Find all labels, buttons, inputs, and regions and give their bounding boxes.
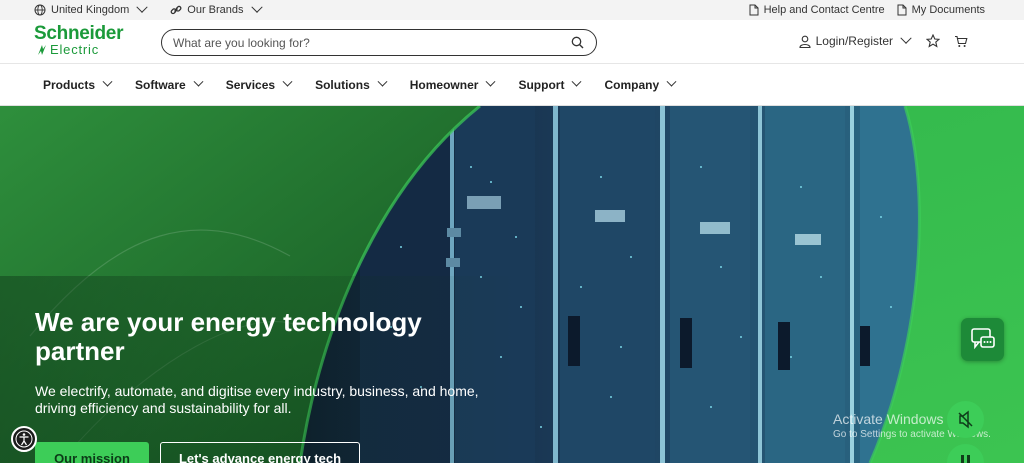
chevron-down-icon: [250, 1, 263, 13]
hero-title: We are your energy technology partner: [35, 307, 422, 366]
chat-icon: [971, 328, 995, 350]
chevron-down-icon: [666, 76, 677, 87]
region-selector[interactable]: United Kingdom: [34, 1, 148, 16]
accessibility-icon: [15, 430, 33, 448]
main-nav: Products Software Services Solutions Hom…: [0, 64, 1024, 106]
login-label: Login/Register: [815, 34, 893, 48]
nav-item-solutions[interactable]: Solutions: [315, 76, 388, 92]
documents-link[interactable]: My Documents: [897, 4, 985, 16]
chevron-down-icon: [282, 76, 293, 87]
help-label: Help and Contact Centre: [763, 4, 885, 16]
nav-label: Services: [225, 77, 276, 92]
star-icon[interactable]: [926, 34, 940, 48]
chevron-down-icon: [193, 76, 204, 87]
globe-icon: [34, 4, 46, 16]
chat-button[interactable]: [961, 318, 1004, 361]
search-input[interactable]: [173, 35, 553, 50]
nav-label: Support: [518, 77, 565, 92]
search-bar[interactable]: [161, 29, 597, 56]
nav-item-products[interactable]: Products: [43, 76, 113, 92]
documents-label: My Documents: [911, 4, 985, 16]
help-link[interactable]: Help and Contact Centre: [749, 4, 885, 16]
chevron-down-icon: [486, 76, 496, 87]
pause-icon: [961, 455, 970, 463]
nav-item-software[interactable]: Software: [135, 76, 204, 92]
login-register-button[interactable]: Login/Register: [799, 32, 912, 48]
logo-wordmark-top: Schneider: [34, 23, 124, 44]
muted-speaker-icon: [958, 410, 973, 429]
hero-banner: We are your energy technology partner We…: [0, 106, 1024, 463]
nav-label: Homeowner: [409, 77, 479, 92]
nav-item-support[interactable]: Support: [518, 76, 582, 92]
chevron-down-icon: [102, 76, 113, 87]
brands-selector[interactable]: Our Brands: [170, 1, 263, 16]
mute-button[interactable]: [947, 401, 984, 438]
utility-bar: United Kingdom Our Brands Help and Conta…: [0, 0, 1024, 20]
logo-mark-icon: [38, 45, 46, 55]
main-header: Schneider Electric Login/Register: [0, 20, 1024, 64]
chevron-down-icon: [136, 1, 148, 13]
hero-subtitle: We electrify, automate, and digitise eve…: [35, 383, 479, 416]
document-icon: [897, 4, 907, 16]
nav-item-services[interactable]: Services: [225, 76, 293, 92]
nav-label: Solutions: [315, 77, 370, 92]
link-icon: [170, 5, 182, 15]
document-icon: [749, 4, 759, 16]
pause-button[interactable]: [947, 444, 984, 463]
region-label: United Kingdom: [51, 4, 130, 16]
cart-icon[interactable]: [954, 35, 968, 48]
search-icon[interactable]: [571, 36, 584, 49]
chevron-down-icon: [900, 32, 912, 44]
nav-label: Software: [135, 77, 186, 92]
user-icon: [799, 35, 811, 48]
logo-wordmark-bottom: Electric: [50, 42, 100, 57]
schneider-logo[interactable]: Schneider Electric: [34, 24, 146, 58]
nav-label: Products: [43, 77, 96, 92]
accessibility-button[interactable]: [11, 426, 37, 452]
nav-item-homeowner[interactable]: Homeowner: [409, 76, 496, 92]
chevron-down-icon: [377, 76, 388, 87]
nav-item-company[interactable]: Company: [604, 76, 677, 92]
nav-label: Company: [604, 77, 660, 92]
brands-label: Our Brands: [187, 4, 244, 16]
our-mission-button[interactable]: Our mission: [35, 442, 149, 463]
chevron-down-icon: [572, 76, 582, 87]
advance-energy-tech-button[interactable]: Let's advance energy tech: [160, 442, 360, 463]
